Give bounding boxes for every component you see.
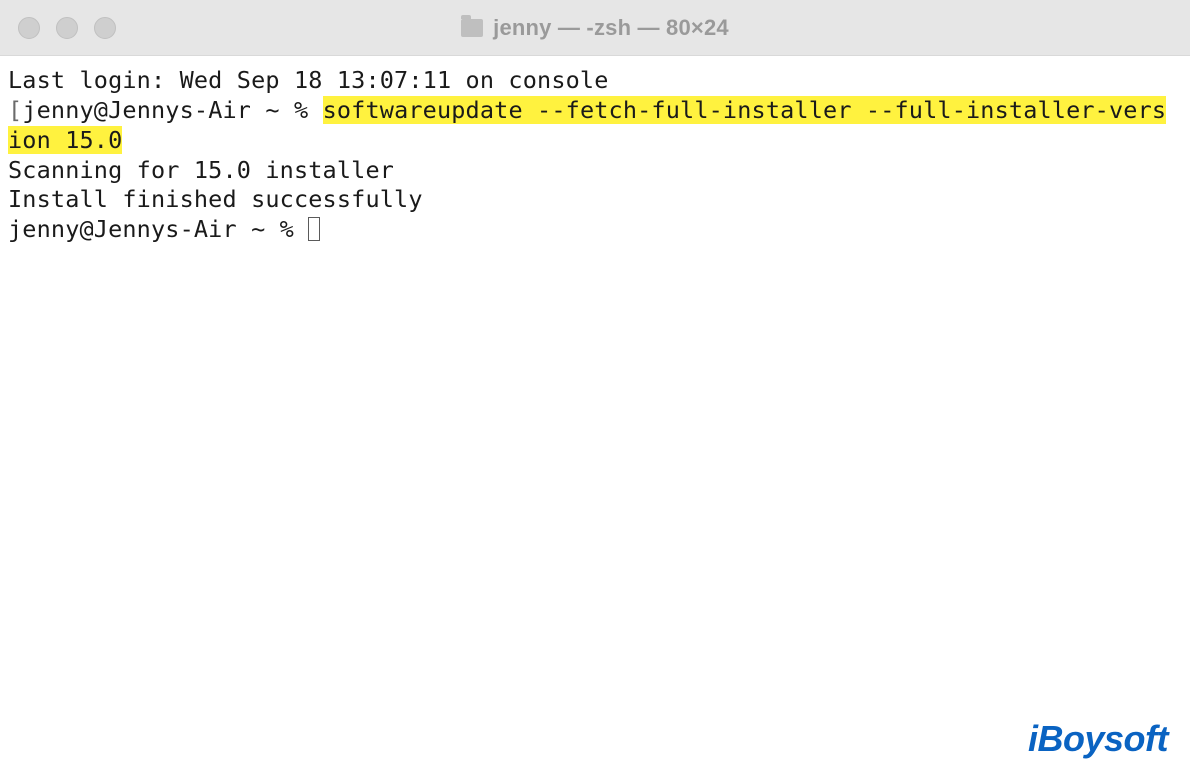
watermark-logo: iBoysoft [1028, 718, 1168, 760]
titlebar: jenny — -zsh — 80×24 [0, 0, 1190, 56]
close-window-button[interactable] [18, 17, 40, 39]
highlighted-command-part1: softwareupdate --fetch-full-installer --… [323, 96, 1167, 124]
command-line-1: [jenny@Jennys-Air ~ % softwareupdate --f… [8, 96, 1182, 126]
zoom-window-button[interactable] [94, 17, 116, 39]
traffic-lights [18, 17, 116, 39]
output-line-1: Scanning for 15.0 installer [8, 156, 1182, 186]
prompt-1: jenny@Jennys-Air ~ % [22, 96, 322, 124]
terminal-window: jenny — -zsh — 80×24 Last login: Wed Sep… [0, 0, 1190, 774]
output-line-2: Install finished successfully [8, 185, 1182, 215]
folder-icon [461, 19, 483, 37]
prompt-2: jenny@Jennys-Air ~ % [8, 215, 308, 243]
minimize-window-button[interactable] [56, 17, 78, 39]
cursor [308, 217, 320, 241]
command-line-1-cont: ion 15.0 [8, 126, 1182, 156]
window-title: jenny — -zsh — 80×24 [493, 15, 729, 41]
prompt-line-2: jenny@Jennys-Air ~ % [8, 215, 1182, 245]
bracket-open: [ [8, 96, 22, 124]
terminal-body[interactable]: Last login: Wed Sep 18 13:07:11 on conso… [0, 56, 1190, 774]
title-center: jenny — -zsh — 80×24 [0, 15, 1190, 41]
last-login-line: Last login: Wed Sep 18 13:07:11 on conso… [8, 66, 1182, 96]
highlighted-command-part2: ion 15.0 [8, 126, 122, 154]
